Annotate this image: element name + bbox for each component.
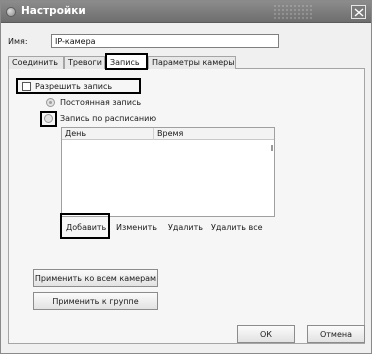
allow-recording-checkbox-box[interactable] <box>22 82 31 91</box>
edit-button[interactable]: Изменить <box>116 220 157 237</box>
close-button[interactable] <box>351 5 366 19</box>
radio-constant-label: Постоянная запись <box>60 98 142 107</box>
apply-all-cameras-button[interactable]: Применить ко всем камерам <box>33 269 158 287</box>
tab-recording[interactable]: Запись <box>105 53 148 70</box>
tab-connect[interactable]: Соединить <box>8 56 64 69</box>
delete-button[interactable]: Удалить <box>168 220 203 237</box>
add-button-label: Добавить <box>66 223 107 232</box>
schedule-table[interactable]: День Время <box>61 127 275 217</box>
cancel-button[interactable]: Отмена <box>307 325 365 343</box>
schedule-table-header: День Время <box>62 128 274 140</box>
column-header-time[interactable]: Время <box>157 129 183 138</box>
radio-schedule-label: Запись по расписанию <box>60 114 157 123</box>
allow-recording-label: Разрешить запись <box>35 82 113 91</box>
name-input[interactable] <box>51 34 279 48</box>
table-scroll-mark <box>271 145 273 151</box>
allow-recording-checkbox[interactable]: Разрешить запись <box>16 78 141 94</box>
radio-constant-recording[interactable] <box>46 98 55 107</box>
add-button[interactable]: Добавить <box>60 213 110 239</box>
column-header-day[interactable]: День <box>65 129 86 138</box>
column-divider[interactable] <box>153 128 154 140</box>
tab-camera-params[interactable]: Параметры камеры <box>148 56 236 69</box>
settings-dialog: Настройки Имя: Соединить Тревоги Запись … <box>0 0 372 354</box>
delete-all-button[interactable]: Удалить все <box>211 220 263 237</box>
ok-button[interactable]: ОК <box>237 325 295 343</box>
close-icon <box>354 8 364 17</box>
title-bar-pattern <box>273 4 313 20</box>
radio-schedule-recording[interactable] <box>44 114 53 123</box>
apply-group-button[interactable]: Применить к группе <box>33 292 158 310</box>
name-label: Имя: <box>8 37 28 46</box>
app-icon <box>6 7 16 17</box>
tab-alarms[interactable]: Тревоги <box>64 56 105 69</box>
window-title: Настройки <box>21 5 86 17</box>
title-bar[interactable]: Настройки <box>1 1 371 23</box>
